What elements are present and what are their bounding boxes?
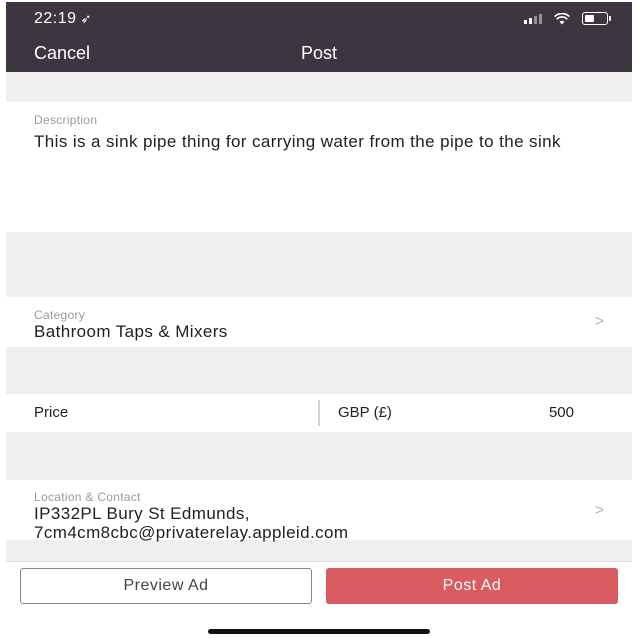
description-value[interactable]: This is a sink pipe thing for carrying w… bbox=[34, 132, 592, 151]
wifi-icon bbox=[554, 12, 570, 25]
post-ad-button[interactable]: Post Ad bbox=[326, 568, 618, 604]
category-label: Category bbox=[34, 308, 86, 322]
chevron-right-icon: > bbox=[594, 313, 604, 330]
cellular-signal-icon bbox=[524, 13, 542, 24]
location-contact-value: IP332PL Bury St Edmunds, 7cm4cm8cbc@priv… bbox=[34, 504, 348, 542]
chevron-right-icon: > bbox=[594, 502, 604, 519]
preview-ad-button[interactable]: Preview Ad bbox=[20, 568, 312, 604]
clock: 22:19 bbox=[34, 10, 77, 27]
contact-email: 7cm4cm8cbc@privaterelay.appleid.com bbox=[34, 523, 349, 542]
category-value: Bathroom Taps & Mixers bbox=[34, 322, 228, 341]
price-row: Price GBP (£) 500 bbox=[6, 394, 632, 432]
location-arrow-icon: ➶ bbox=[80, 11, 92, 26]
price-input[interactable]: 500 bbox=[549, 404, 574, 421]
location-contact-row[interactable]: Location & Contact IP332PL Bury St Edmun… bbox=[6, 480, 632, 542]
top-bar: 22:19 ➶ Cancel Post bbox=[6, 2, 632, 72]
bottom-action-bar: Preview Ad Post Ad bbox=[6, 561, 632, 640]
battery-icon bbox=[582, 12, 611, 25]
location-contact-label: Location & Contact bbox=[34, 490, 141, 504]
price-label: Price bbox=[34, 404, 69, 421]
post-ad-screen: 22:19 ➶ Cancel Post Description This is a… bbox=[6, 2, 632, 640]
description-label: Description bbox=[34, 113, 98, 127]
category-row[interactable]: Category Bathroom Taps & Mixers > bbox=[6, 297, 632, 347]
price-divider bbox=[318, 400, 320, 426]
page-title: Post bbox=[300, 43, 338, 63]
description-field[interactable]: Description This is a sink pipe thing fo… bbox=[6, 102, 632, 232]
status-time: 22:19 ➶ bbox=[34, 10, 92, 28]
status-icons bbox=[524, 12, 611, 25]
home-indicator bbox=[208, 629, 430, 634]
location-line: IP332PL Bury St Edmunds, bbox=[34, 504, 250, 523]
currency-selector[interactable]: GBP (£) bbox=[338, 404, 392, 421]
